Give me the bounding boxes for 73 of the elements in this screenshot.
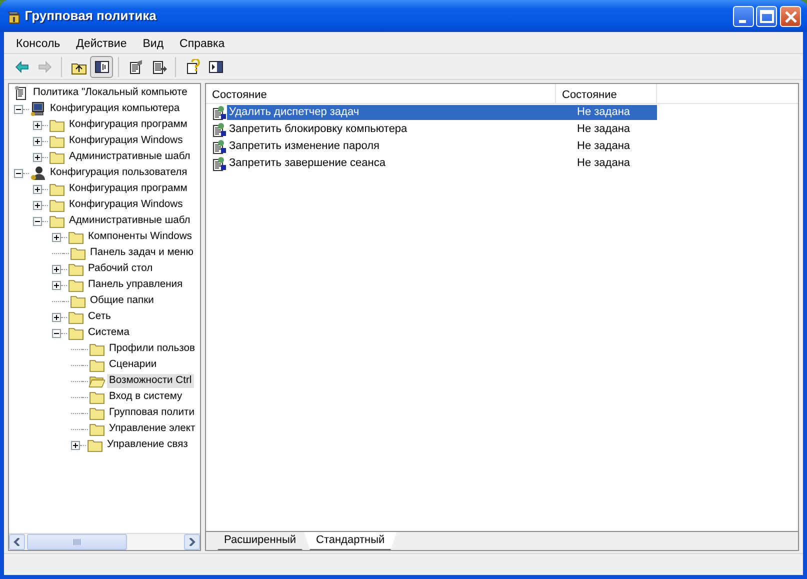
tree-item[interactable]: Управление элект [107, 422, 198, 436]
folder-icon [89, 341, 105, 357]
grip-icon [73, 539, 81, 545]
action-pane-icon[interactable] [208, 58, 224, 74]
tree-item[interactable]: Рабочий стол [86, 262, 155, 276]
list-cell: Не задана [573, 105, 657, 120]
export-list-icon[interactable] [150, 58, 166, 74]
menu-item[interactable]: Консоль [8, 35, 68, 53]
folder-icon [68, 325, 84, 341]
tree-item[interactable]: Система [86, 326, 132, 340]
folder-icon [49, 197, 65, 213]
scroll-left-button[interactable] [9, 534, 25, 550]
computer-icon [30, 101, 46, 117]
tree-item[interactable]: Сеть [86, 310, 113, 324]
folder-icon [68, 229, 84, 245]
tree-item[interactable]: Конфигурация компьютера [48, 102, 182, 116]
menu-item[interactable]: Действие [68, 35, 135, 53]
folder-icon [89, 421, 105, 437]
folder-icon [70, 245, 86, 261]
tree-item[interactable]: Конфигурация Windows [67, 134, 185, 148]
folder-icon [68, 277, 84, 293]
tree-item[interactable]: Возможности Ctrl [107, 374, 194, 388]
scroll-right-button[interactable] [184, 534, 200, 550]
folder-icon [49, 213, 65, 229]
list-cell-text: Не задана [576, 122, 632, 137]
tree-item[interactable]: Компоненты Windows [86, 230, 194, 244]
tree-item[interactable]: Сценарии [107, 358, 159, 372]
folder-icon [49, 117, 65, 133]
folder-icon [49, 149, 65, 165]
tree-item[interactable]: Панель задач и меню [88, 246, 196, 260]
help-icon[interactable] [184, 58, 200, 74]
tree-item[interactable]: Политика "Локальный компьюте [31, 86, 190, 100]
tree-item[interactable]: Панель управления [86, 278, 185, 292]
setting-icon [211, 138, 227, 154]
setting-icon [211, 156, 227, 172]
tree-item[interactable]: Вход в систему [107, 390, 184, 404]
list-item[interactable]: Запретить изменение пароля [227, 139, 573, 154]
user-icon [30, 165, 46, 181]
scrollbar-thumb[interactable] [27, 534, 127, 550]
tree-item[interactable]: Профили пользов [107, 342, 197, 356]
tree-item[interactable]: Административные шабл [67, 150, 192, 164]
list-item[interactable]: Запретить блокировку компьютера [227, 122, 573, 137]
folder-icon [68, 309, 84, 325]
list-cell-text: Не задана [576, 139, 632, 154]
folder-icon [87, 437, 103, 453]
tree-item[interactable]: Конфигурация пользователя [48, 166, 190, 180]
list-cell-text: Не задана [576, 156, 632, 171]
tree-item[interactable]: Управление связ [105, 438, 190, 452]
tree-item[interactable]: Административные шабл [67, 214, 192, 228]
setting-icon [211, 122, 227, 138]
tree-item[interactable]: Конфигурация программ [67, 182, 190, 196]
tree-item[interactable]: Конфигурация программ [67, 118, 190, 132]
tree-item[interactable]: Общие папки [88, 294, 156, 308]
back-arrow-icon[interactable] [14, 58, 30, 74]
toolbar-button[interactable] [90, 56, 113, 78]
menu-item[interactable]: Вид [134, 35, 172, 53]
properties-icon[interactable] [128, 58, 144, 74]
folder-icon [89, 357, 105, 373]
folder-icon [89, 389, 105, 405]
setting-icon [211, 104, 227, 120]
list-item[interactable]: Удалить диспетчер задач [227, 105, 573, 120]
folder-icon [68, 261, 84, 277]
folder-icon [70, 293, 86, 309]
folder-icon [89, 405, 105, 421]
tree-item[interactable]: Групповая полити [107, 406, 196, 420]
folder-icon [49, 133, 65, 149]
window-title: Групповая политика [24, 7, 158, 26]
tab[interactable]: Стандартный [304, 532, 397, 550]
folder-icon [49, 181, 65, 197]
tree-pane-icon[interactable] [94, 58, 110, 74]
list-item[interactable]: Запретить завершение сеанса [227, 156, 573, 171]
menu-item[interactable]: Справка [172, 35, 233, 53]
tree-item[interactable]: Конфигурация Windows [67, 198, 185, 212]
